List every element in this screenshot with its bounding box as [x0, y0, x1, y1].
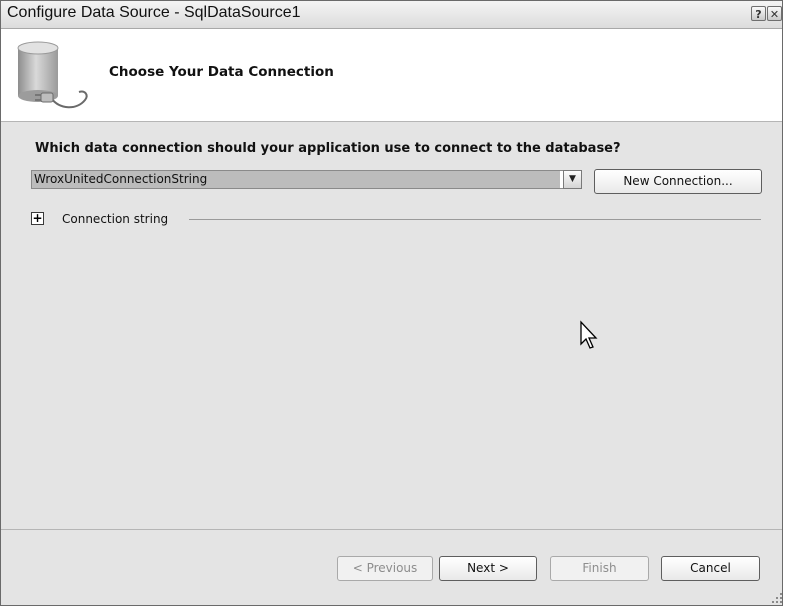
previous-button[interactable]: < Previous — [337, 556, 433, 581]
footer-divider — [1, 529, 782, 530]
title-bar[interactable]: Configure Data Source - SqlDataSource1 ?… — [1, 1, 782, 29]
section-divider — [189, 219, 761, 220]
help-button[interactable]: ? — [751, 6, 766, 21]
connection-dropdown[interactable]: WroxUnitedConnectionString — [31, 170, 582, 189]
page-title: Choose Your Data Connection — [109, 64, 334, 80]
finish-button[interactable]: Finish — [550, 556, 649, 581]
connection-string-label: Connection string — [62, 212, 169, 226]
database-connection-icon — [17, 41, 88, 109]
new-connection-button[interactable]: New Connection... — [594, 169, 762, 194]
resize-grip-icon[interactable] — [769, 590, 783, 604]
configure-data-source-dialog: Configure Data Source - SqlDataSource1 ?… — [0, 0, 783, 606]
wizard-header: Choose Your Data Connection — [1, 29, 782, 122]
close-button[interactable]: ✕ — [767, 6, 782, 21]
expand-plus-icon[interactable]: + — [31, 212, 44, 225]
cancel-button[interactable]: Cancel — [661, 556, 760, 581]
mouse-cursor-icon — [580, 320, 598, 349]
connection-dropdown-value: WroxUnitedConnectionString — [32, 171, 560, 188]
window-title: Configure Data Source - SqlDataSource1 — [7, 4, 301, 21]
connection-question: Which data connection should your applic… — [35, 141, 621, 156]
next-button[interactable]: Next > — [439, 556, 537, 581]
chevron-down-icon[interactable]: ▼ — [563, 170, 582, 189]
